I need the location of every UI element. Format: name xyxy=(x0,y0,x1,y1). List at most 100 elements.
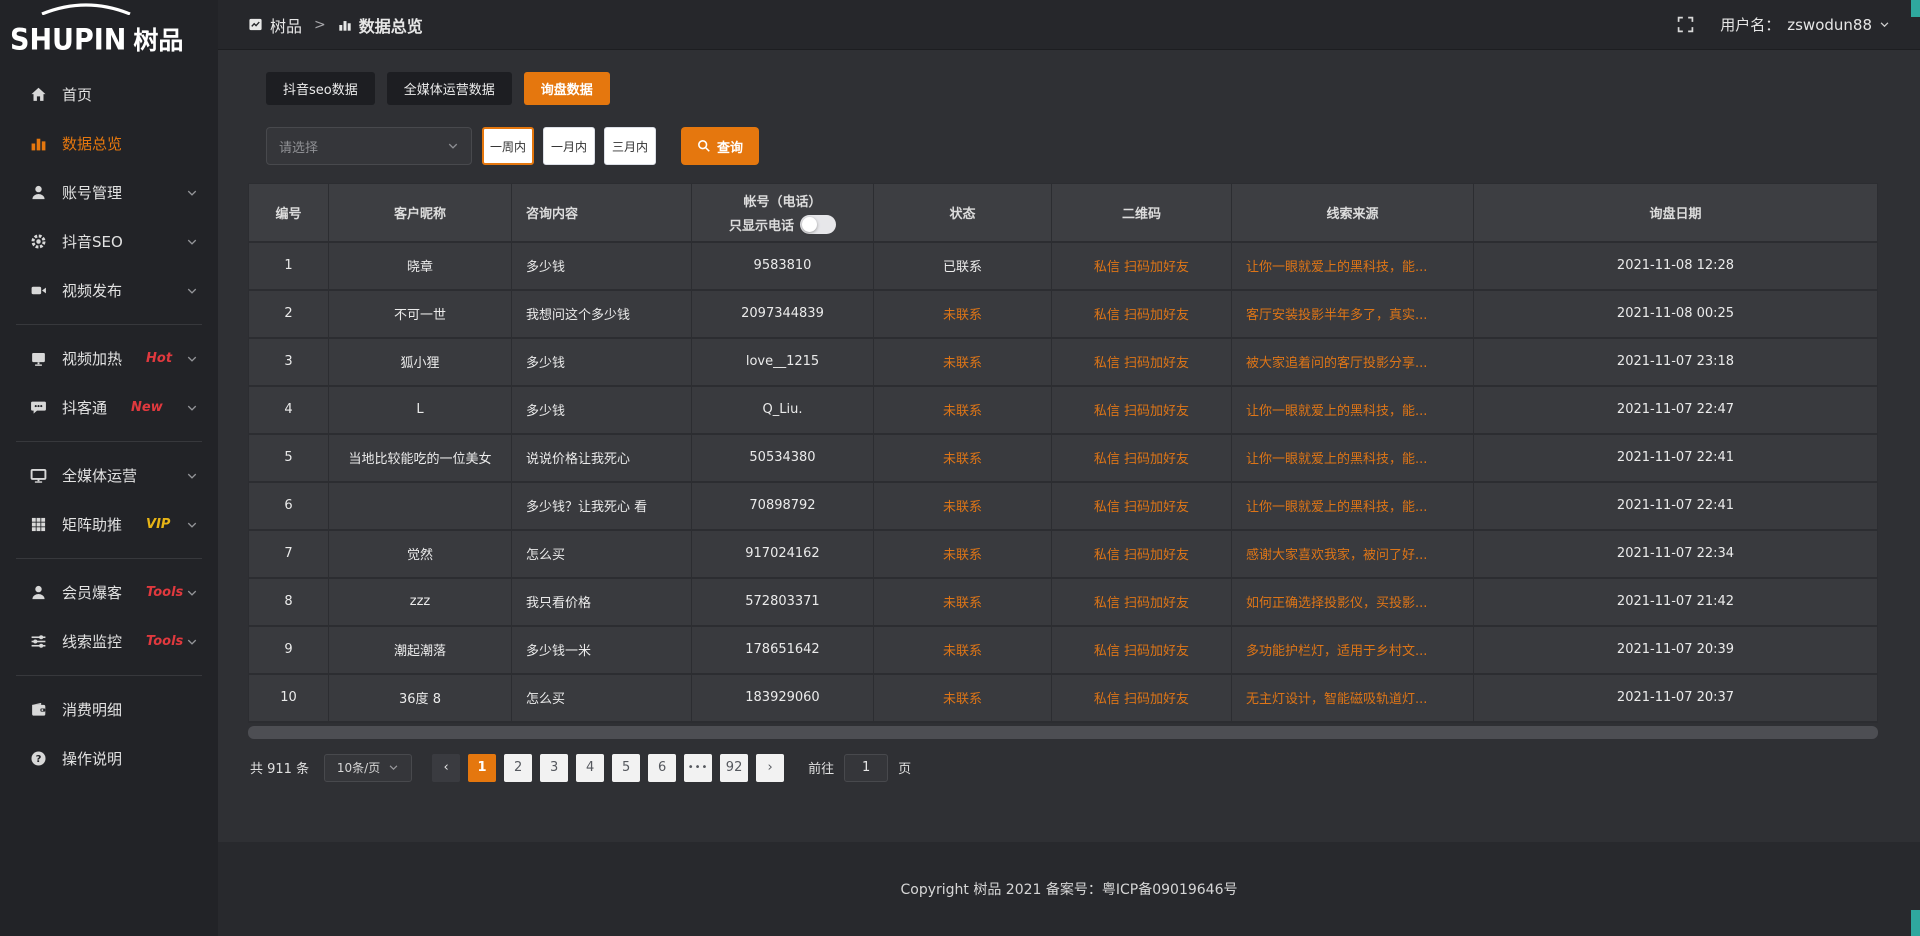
col-header-account: 帐号（电话） 只显示电话 xyxy=(692,184,874,242)
sidebar-item-operation-guide[interactable]: ? 操作说明 xyxy=(0,734,218,783)
qrcode-link[interactable]: 私信 扫码加好友 xyxy=(1094,548,1189,563)
source-link[interactable]: 让你一眼就爱上的黑科技，能... xyxy=(1246,452,1427,467)
qrcode-link[interactable]: 私信 扫码加好友 xyxy=(1094,692,1189,707)
sidebar-item-label: 线索监控 xyxy=(62,631,122,652)
search-icon xyxy=(697,139,711,153)
sidebar-item-home[interactable]: 首页 xyxy=(0,70,218,119)
date-range-button[interactable]: 一月内 xyxy=(543,127,595,165)
page-button[interactable]: 92 xyxy=(720,754,748,782)
chevron-down-icon xyxy=(186,187,198,199)
qrcode-link[interactable]: 私信 扫码加好友 xyxy=(1094,452,1189,467)
qrcode-link[interactable]: 私信 扫码加好友 xyxy=(1094,404,1189,419)
data-tab[interactable]: 抖音seo数据 xyxy=(266,72,375,105)
status-badge: 未联系 xyxy=(943,500,982,515)
col-header-nickname: 客户昵称 xyxy=(329,184,512,242)
cell-source: 被大家追着问的客厅投影分享... xyxy=(1232,338,1474,386)
source-link[interactable]: 让你一眼就爱上的黑科技，能... xyxy=(1246,260,1427,275)
sidebar-item-member-baoke[interactable]: 会员爆客 Tools xyxy=(0,568,218,617)
qrcode-link[interactable]: 私信 扫码加好友 xyxy=(1094,500,1189,515)
sidebar-item-label: 数据总览 xyxy=(62,133,122,154)
prev-page-button[interactable]: ‹ xyxy=(432,754,460,782)
source-link[interactable]: 如何正确选择投影仪，买投影... xyxy=(1246,596,1427,611)
chevron-down-icon xyxy=(186,236,198,248)
scrollbar-thumb-bottom[interactable] xyxy=(1911,910,1920,936)
cell-qrcode: 私信 扫码加好友 xyxy=(1052,386,1232,434)
page-size-select[interactable]: 10条/页 xyxy=(324,754,412,782)
source-link[interactable]: 感谢大家喜欢我家，被问了好... xyxy=(1246,548,1427,563)
fullscreen-button[interactable] xyxy=(1677,16,1694,33)
cell-date: 2021-11-07 20:37 xyxy=(1474,674,1878,722)
sidebar-item-doukeTong[interactable]: 抖客通 New xyxy=(0,383,218,432)
inquiry-filter-select[interactable]: 请选择 xyxy=(266,127,472,165)
source-link[interactable]: 客厅安装投影半年多了，真实... xyxy=(1246,308,1427,323)
source-link[interactable]: 多功能护栏灯，适用于乡村文... xyxy=(1246,644,1427,659)
phone-only-label: 只显示电话 xyxy=(729,215,794,234)
breadcrumb-root[interactable]: 树品 xyxy=(248,13,302,37)
username-label: 用户名： xyxy=(1720,14,1780,35)
page-button[interactable]: 6 xyxy=(648,754,676,782)
search-button[interactable]: 查询 xyxy=(681,127,759,165)
sidebar-item-douyin-seo[interactable]: 抖音SEO xyxy=(0,217,218,266)
cell-content: 多少钱一米 xyxy=(512,626,692,674)
sidebar-item-media-ops[interactable]: 全媒体运营 xyxy=(0,451,218,500)
page-button[interactable]: 2 xyxy=(504,754,532,782)
sidebar-item-matrix-boost[interactable]: 矩阵助推 VIP xyxy=(0,500,218,549)
goto-label: 前往 xyxy=(808,758,834,777)
qrcode-link[interactable]: 私信 扫码加好友 xyxy=(1094,596,1189,611)
table-row: 10 36度 8 怎么买 183929060 未联系 私信 扫码加好友 无主灯设… xyxy=(249,674,1878,722)
chat-bubble-icon xyxy=(30,399,47,416)
qrcode-link[interactable]: 私信 扫码加好友 xyxy=(1094,356,1189,371)
page-button[interactable]: 4 xyxy=(576,754,604,782)
page-button[interactable]: ••• xyxy=(684,754,712,782)
sidebar-item-account-manage[interactable]: 账号管理 xyxy=(0,168,218,217)
next-page-button[interactable]: › xyxy=(756,754,784,782)
table-scrollbar[interactable] xyxy=(248,726,1878,739)
page-title: 数据总览 xyxy=(359,13,423,37)
grid-icon xyxy=(30,516,47,533)
date-range-button[interactable]: 一周内 xyxy=(482,127,534,165)
cell-status: 未联系 xyxy=(874,386,1052,434)
data-tab[interactable]: 询盘数据 xyxy=(524,72,610,105)
data-tab[interactable]: 全媒体运营数据 xyxy=(387,72,512,105)
qrcode-link[interactable]: 私信 扫码加好友 xyxy=(1094,644,1189,659)
cell-account: love__1215 xyxy=(692,338,874,386)
sidebar-item-label: 首页 xyxy=(62,84,92,105)
cell-nickname: 当地比较能吃的一位美女 xyxy=(329,434,512,482)
cell-account: 50534380 xyxy=(692,434,874,482)
phone-only-toggle[interactable] xyxy=(800,215,836,234)
user-menu[interactable]: 用户名：zswodun88 xyxy=(1720,14,1890,35)
sidebar-divider xyxy=(16,558,202,559)
cell-content: 说说价格让我死心 xyxy=(512,434,692,482)
table-row: 1 晓章 多少钱 9583810 已联系 私信 扫码加好友 让你一眼就爱上的黑科… xyxy=(249,242,1878,290)
page-button[interactable]: 3 xyxy=(540,754,568,782)
source-link[interactable]: 被大家追着问的客厅投影分享... xyxy=(1246,356,1427,371)
brand-logo[interactable]: SHUPIN 树品 xyxy=(0,0,218,58)
sidebar-item-video-heat[interactable]: 视频加热 Hot xyxy=(0,334,218,383)
sidebar-item-video-publish[interactable]: 视频发布 xyxy=(0,266,218,315)
cell-qrcode: 私信 扫码加好友 xyxy=(1052,290,1232,338)
cell-account: 183929060 xyxy=(692,674,874,722)
sidebar-item-label: 视频发布 xyxy=(62,280,122,301)
source-link[interactable]: 让你一眼就爱上的黑科技，能... xyxy=(1246,500,1427,515)
date-range-button[interactable]: 三月内 xyxy=(604,127,656,165)
source-link[interactable]: 让你一眼就爱上的黑科技，能... xyxy=(1246,404,1427,419)
table-row: 8 zzz 我只看价格 572803371 未联系 私信 扫码加好友 如何正确选… xyxy=(249,578,1878,626)
source-link[interactable]: 无主灯设计，智能磁吸轨道灯... xyxy=(1246,692,1427,707)
goto-page-input[interactable] xyxy=(844,754,888,782)
cell-source: 感谢大家喜欢我家，被问了好... xyxy=(1232,530,1474,578)
goto-suffix: 页 xyxy=(898,758,911,777)
cell-qrcode: 私信 扫码加好友 xyxy=(1052,674,1232,722)
qrcode-link[interactable]: 私信 扫码加好友 xyxy=(1094,308,1189,323)
chevron-down-icon xyxy=(186,353,198,365)
sidebar-item-consumption-detail[interactable]: 消费明细 xyxy=(0,685,218,734)
screen-icon xyxy=(30,350,47,367)
chevron-down-icon xyxy=(447,140,459,152)
sidebar-item-data-overview[interactable]: 数据总览 xyxy=(0,119,218,168)
page-button[interactable]: 5 xyxy=(612,754,640,782)
cell-status: 未联系 xyxy=(874,674,1052,722)
sidebar-item-clue-monitor[interactable]: 线索监控 Tools xyxy=(0,617,218,666)
scrollbar-thumb-top[interactable] xyxy=(1911,0,1920,17)
sidebar-item-label: 全媒体运营 xyxy=(62,465,137,486)
qrcode-link[interactable]: 私信 扫码加好友 xyxy=(1094,260,1189,275)
page-button[interactable]: 1 xyxy=(468,754,496,782)
